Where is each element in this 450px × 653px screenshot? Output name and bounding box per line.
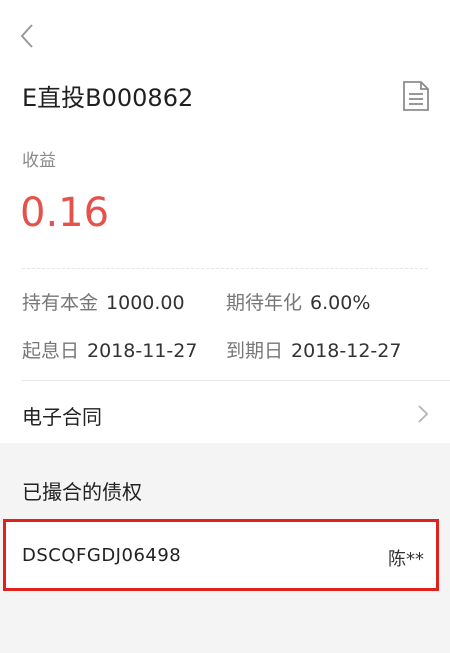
e-contract-label: 电子合同 [22,405,102,429]
debt-code: DSCQFGDJ06498 [22,545,182,566]
principal-value: 1000.00 [106,292,185,314]
annual-rate-value: 6.00% [310,292,371,314]
due-date-label: 到期日 [226,340,284,362]
debt-list-item[interactable]: DSCQFGDJ06498 陈** [3,519,439,591]
divider [22,268,428,269]
start-date-label: 起息日 [22,340,80,362]
start-date-value: 2018-11-27 [87,340,198,362]
detail-card: E直投B000862 收益 0.16 持有本金 1000.00 期待年化 6.00%… [0,0,450,443]
due-date-field: 到期日 2018-12-27 [226,336,401,363]
chevron-right-icon [418,405,429,423]
start-date-field: 起息日 2018-11-27 [22,336,197,363]
principal-label: 持有本金 [22,292,99,314]
income-label: 收益 [22,151,56,171]
document-button[interactable] [401,80,431,112]
document-icon [403,81,429,111]
chevron-left-icon [20,24,33,48]
debt-holder-name: 陈** [388,549,424,570]
income-value: 0.16 [20,190,110,236]
due-date-value: 2018-12-27 [291,340,402,362]
annual-rate-label: 期待年化 [226,292,303,314]
page-title: E直投B000862 [22,84,194,112]
back-button[interactable] [14,22,42,50]
principal-field: 持有本金 1000.00 [22,288,185,315]
e-contract-row[interactable]: 电子合同 [0,381,450,443]
matched-debts-title: 已撮合的债权 [22,480,142,504]
annual-rate-field: 期待年化 6.00% [226,288,370,315]
